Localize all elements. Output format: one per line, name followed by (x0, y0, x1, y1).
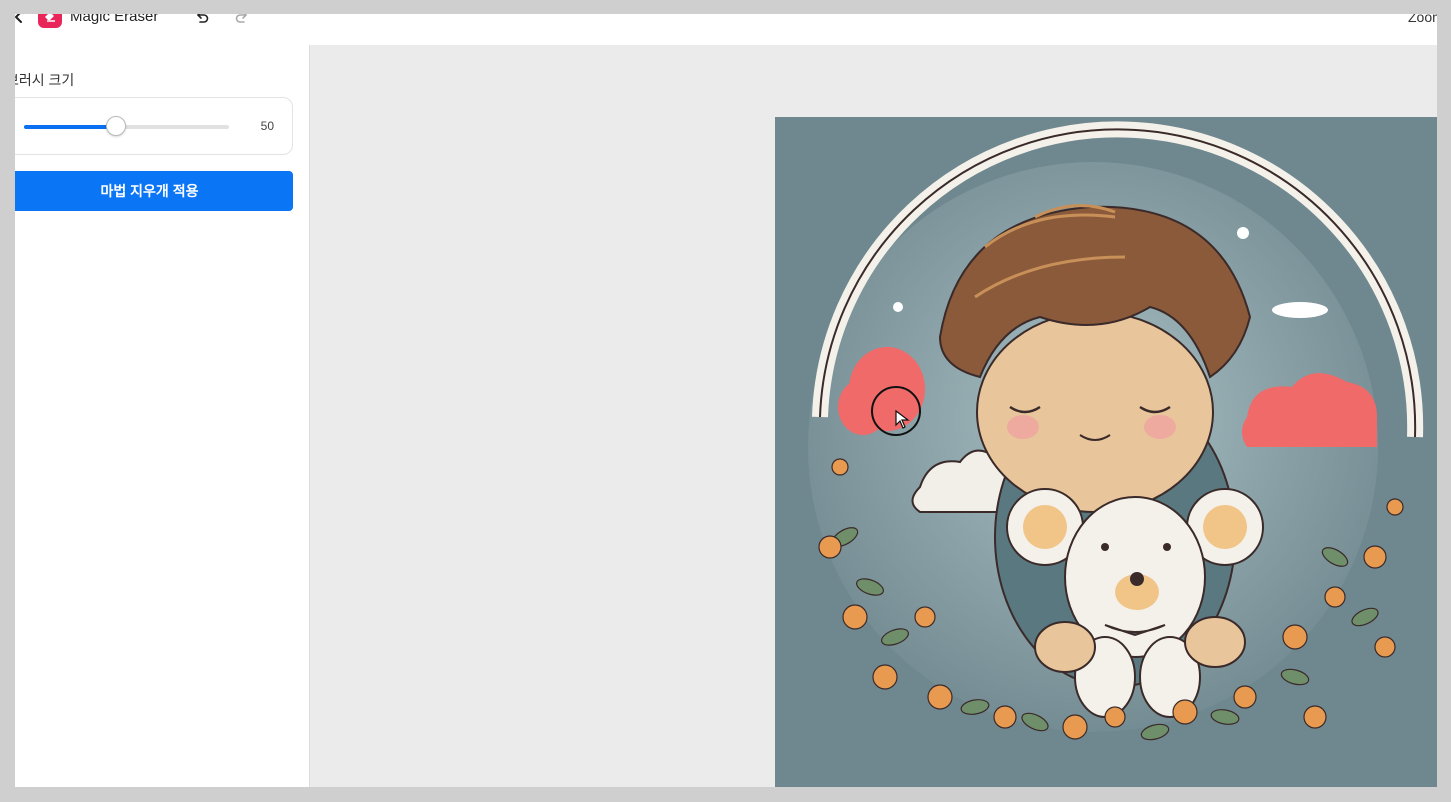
brush-cursor-icon (871, 386, 921, 436)
brush-size-card: 50 (6, 97, 293, 155)
brush-size-value: 50 (260, 119, 274, 133)
brush-size-slider-thumb[interactable] (106, 116, 127, 136)
brush-size-slider-fill (24, 125, 117, 129)
apply-magic-eraser-button[interactable]: 마법 지우개 적용 (6, 171, 293, 211)
magic-eraser-app: Magic Eraser Zoom 브러시 크기 50 마법 지우개 적용 (0, 0, 1451, 802)
brush-size-slider[interactable] (24, 125, 229, 129)
illustration-image (775, 117, 1446, 787)
brush-size-label: 브러시 크기 (6, 72, 75, 88)
tool-sidebar (15, 45, 310, 787)
edited-image[interactable] (775, 117, 1446, 787)
